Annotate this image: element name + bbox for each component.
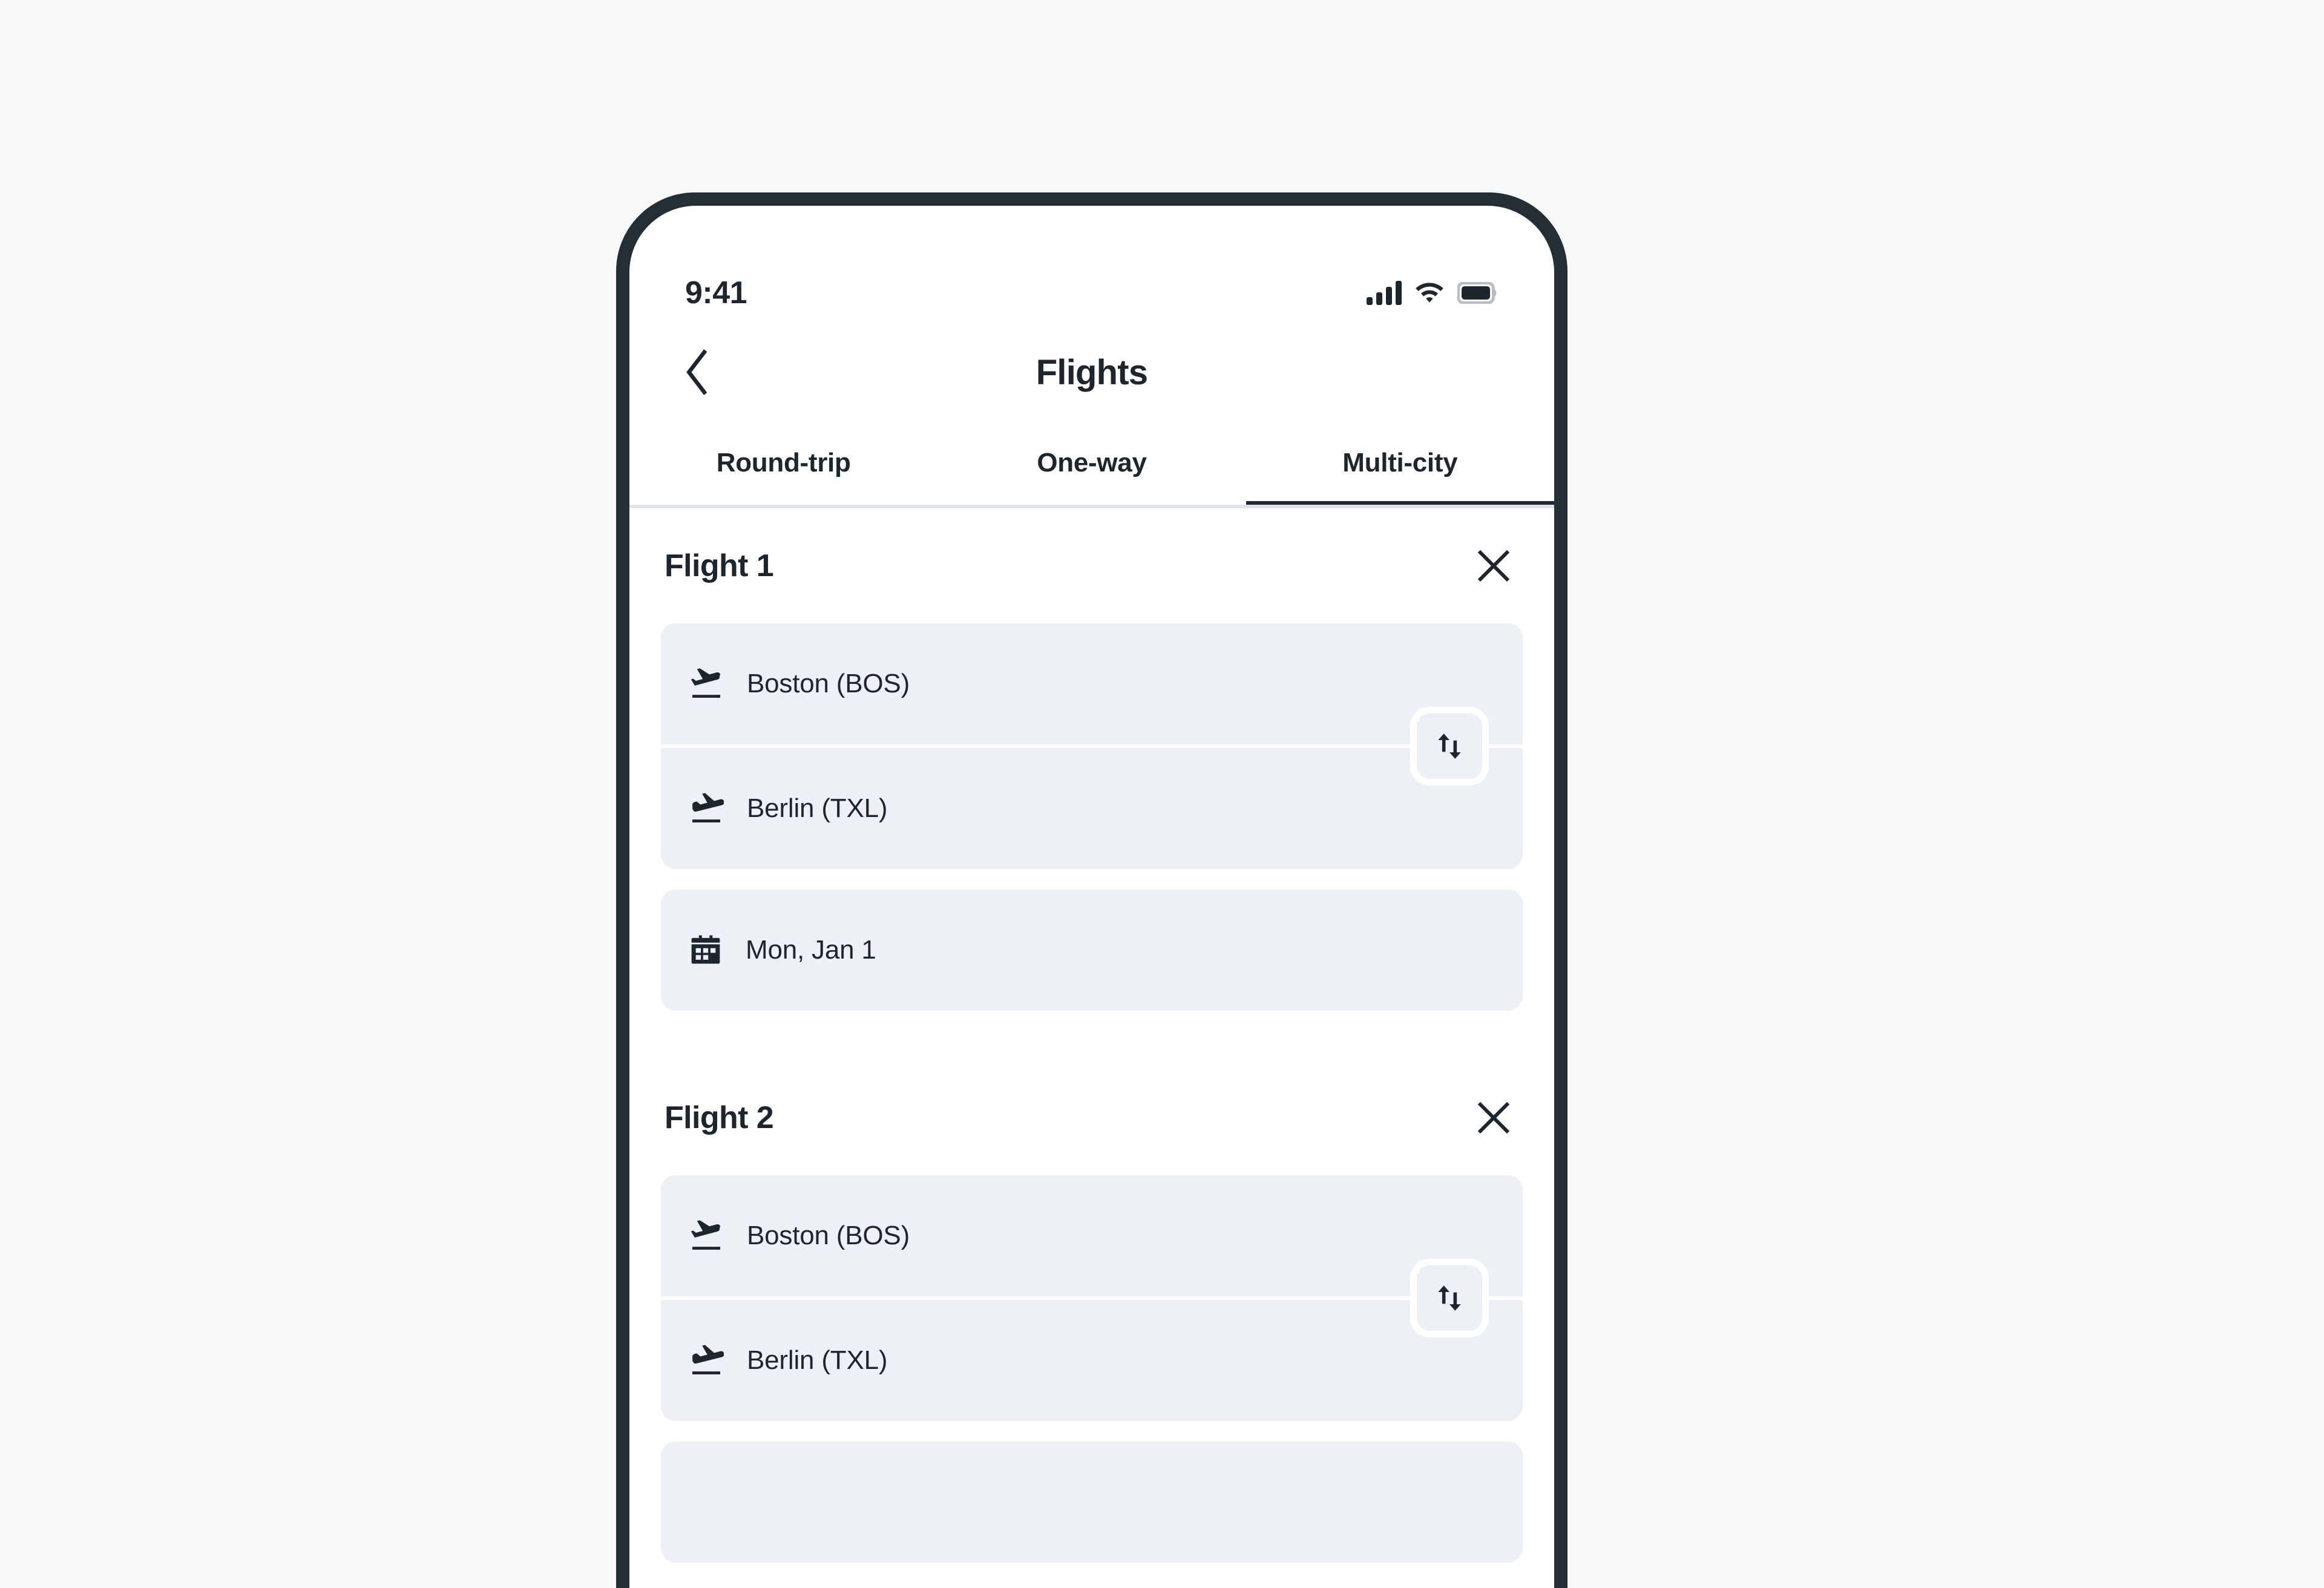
flight-2-header: Flight 2 (661, 1060, 1523, 1175)
tab-one-way[interactable]: One-way (937, 418, 1246, 508)
tab-multi-city[interactable]: Multi-city (1246, 418, 1554, 508)
flight-1-swap-button[interactable] (1410, 707, 1489, 786)
phone-frame: 9:41 Flights Round-trip One-way Multi-ci… (616, 192, 1567, 1588)
flight-1-destination-field[interactable]: Berlin (TXL) (661, 748, 1523, 869)
flight-2-title: Flight 2 (665, 1100, 774, 1135)
flight-1-origin-field[interactable]: Boston (BOS) (661, 623, 1523, 744)
flight-1-destination-value: Berlin (TXL) (747, 793, 888, 823)
flight-1-route-card: Boston (BOS) Berlin (TXL) (661, 623, 1523, 869)
trip-type-tabs: Round-trip One-way Multi-city (629, 418, 1554, 508)
close-icon (1477, 550, 1510, 582)
tab-round-trip[interactable]: Round-trip (629, 418, 937, 508)
tab-multi-city-label: Multi-city (1342, 448, 1458, 477)
calendar-icon (689, 933, 723, 967)
phone-screen: 9:41 Flights Round-trip One-way Multi-ci… (629, 206, 1554, 1588)
navigation-bar: Flights (629, 327, 1554, 418)
flight-land-icon (689, 1343, 724, 1378)
flight-takeoff-icon (689, 666, 724, 701)
flight-takeoff-icon (689, 1218, 724, 1253)
flights-list: Flight 1 Boston (BOS) Berlin (TXL) Mon, … (629, 508, 1554, 1588)
flight-2-origin-field[interactable]: Boston (BOS) (661, 1175, 1523, 1296)
flight-2-origin-value: Boston (BOS) (747, 1221, 910, 1250)
flight-block-gap (661, 1011, 1523, 1060)
cellular-signal-icon (1367, 281, 1402, 305)
back-button[interactable] (667, 342, 727, 402)
flight-2-destination-value: Berlin (TXL) (747, 1345, 888, 1375)
close-icon (1477, 1101, 1510, 1134)
flight-2-date-field[interactable] (661, 1442, 1523, 1563)
page-title: Flights (1036, 352, 1148, 392)
tab-round-trip-label: Round-trip (716, 448, 851, 477)
chevron-left-icon (686, 349, 707, 395)
flight-2-remove-button[interactable] (1468, 1092, 1519, 1143)
tab-one-way-label: One-way (1037, 448, 1147, 477)
flight-2-destination-field[interactable]: Berlin (TXL) (661, 1300, 1523, 1421)
flight-block-2: Flight 2 Boston (BOS) Berlin (TXL) (661, 1060, 1523, 1563)
wifi-icon (1416, 283, 1443, 303)
flight-1-title: Flight 1 (665, 548, 774, 583)
flight-2-swap-button[interactable] (1410, 1259, 1489, 1337)
calendar-icon (689, 1485, 723, 1519)
swap-vertical-icon (1438, 733, 1461, 759)
flight-1-date-field[interactable]: Mon, Jan 1 (661, 890, 1523, 1011)
flight-1-header: Flight 1 (661, 508, 1523, 623)
battery-full-icon (1457, 282, 1498, 304)
status-bar-time: 9:41 (685, 275, 747, 310)
flight-land-icon (689, 791, 724, 826)
flight-2-route-card: Boston (BOS) Berlin (TXL) (661, 1175, 1523, 1421)
swap-vertical-icon (1438, 1285, 1461, 1311)
status-bar: 9:41 (629, 206, 1554, 327)
screenshot-stage: 9:41 Flights Round-trip One-way Multi-ci… (0, 0, 2324, 1588)
flight-1-origin-value: Boston (BOS) (747, 669, 910, 698)
flight-block-1: Flight 1 Boston (BOS) Berlin (TXL) Mon, … (661, 508, 1523, 1011)
status-bar-icons (1367, 281, 1498, 305)
flight-1-remove-button[interactable] (1468, 540, 1519, 591)
flight-1-date-value: Mon, Jan 1 (746, 935, 876, 965)
